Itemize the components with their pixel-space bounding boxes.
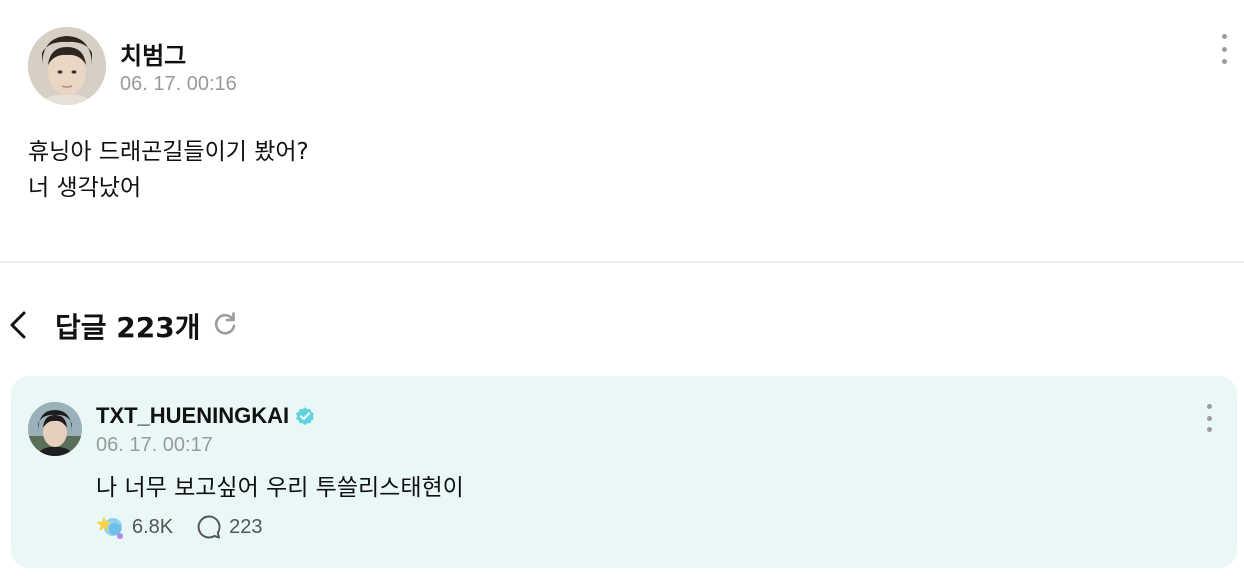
replies-count-title: 답글 223개 xyxy=(55,311,201,344)
comment-count: 223 xyxy=(229,515,263,538)
reaction-count: 6.8K xyxy=(132,515,174,538)
more-vertical-icon xyxy=(1221,34,1227,39)
chevron-left-icon xyxy=(10,311,26,339)
comment-button[interactable]: 223 xyxy=(195,513,263,541)
post-timestamp: 06. 17. 00:16 xyxy=(120,73,237,95)
reply-author[interactable]: TXT_HUENINGKAI xyxy=(96,403,316,429)
star-reaction-icon xyxy=(96,516,123,539)
reply-author-name[interactable]: TXT_HUENINGKAI xyxy=(96,403,289,429)
refresh-button[interactable] xyxy=(211,310,239,338)
avatar[interactable] xyxy=(28,402,82,456)
post-body: 휴닝아 드래곤길들이기 봤어? 너 생각났어 xyxy=(28,134,309,206)
comment-bubble-icon xyxy=(197,515,221,539)
reply-body: 나 너무 보고싶어 우리 투쓸리스태현이 xyxy=(96,475,464,501)
reply-timestamp: 06. 17. 00:17 xyxy=(96,434,213,456)
section-divider xyxy=(0,261,1244,263)
post-body-line: 너 생각났어 xyxy=(28,175,142,201)
avatar-image xyxy=(28,27,106,105)
post: 치범그 06. 17. 00:16 휴닝아 드래곤길들이기 봤어? 너 생각났어 xyxy=(0,0,1244,262)
post-author-name[interactable]: 치범그 xyxy=(120,36,186,71)
verified-badge-icon xyxy=(296,407,315,426)
post-body-line: 휴닝아 드래곤길들이기 봤어? xyxy=(28,139,309,165)
reply-actions: 6.8K 223 xyxy=(96,512,263,542)
post-more-options-button[interactable] xyxy=(1212,32,1236,66)
page: 치범그 06. 17. 00:16 휴닝아 드래곤길들이기 봤어? 너 생각났어… xyxy=(0,0,1244,576)
reply-card[interactable]: TXT_HUENINGKAI 06. 17. 00:17 나 너무 보고싶어 우… xyxy=(11,376,1237,568)
avatar[interactable] xyxy=(28,27,106,105)
back-button[interactable] xyxy=(6,308,30,342)
avatar-image xyxy=(28,402,82,456)
reply-more-options-button[interactable] xyxy=(1197,403,1221,433)
refresh-icon xyxy=(214,312,236,335)
more-vertical-icon xyxy=(1206,404,1212,409)
reaction-button[interactable]: 6.8K xyxy=(96,513,173,541)
